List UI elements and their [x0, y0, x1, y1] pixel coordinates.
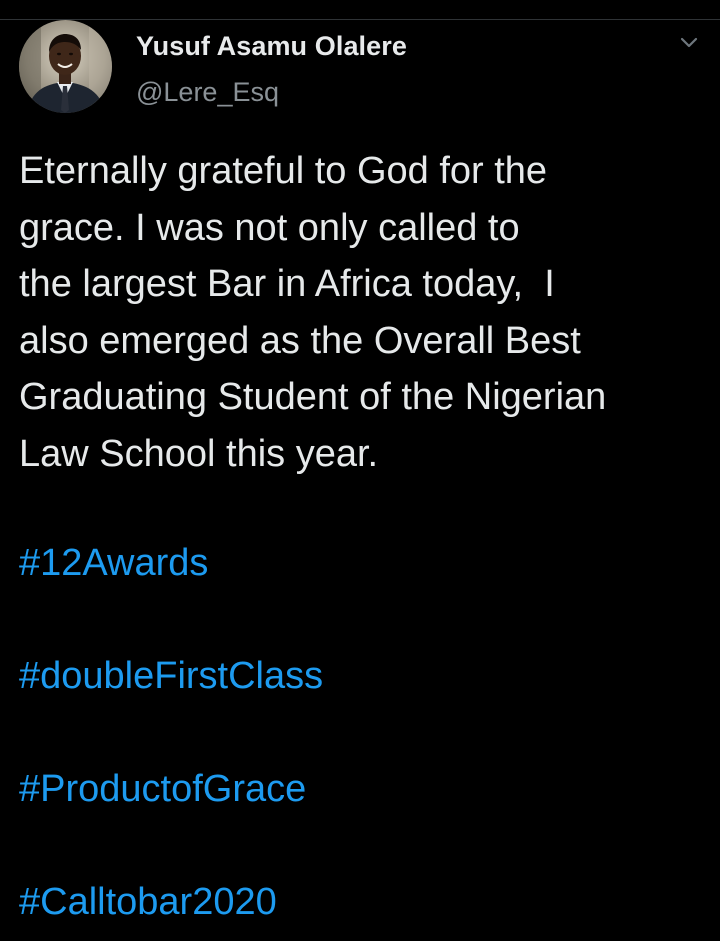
tweet-line: grace. I was not only called to — [19, 206, 520, 249]
hashtag-link[interactable]: #12Awards — [19, 540, 208, 586]
top-divider — [0, 19, 720, 20]
author-info[interactable]: Yusuf Asamu Olalere @Lere_Esq — [136, 30, 407, 108]
tweet-menu-button[interactable] — [676, 34, 702, 52]
tweet-line: also emerged as the Overall Best — [19, 319, 581, 362]
hashtag-link[interactable]: #Calltobar2020 — [19, 879, 277, 925]
hashtag-link[interactable]: #ProductofGrace — [19, 766, 306, 812]
author-handle[interactable]: @Lere_Esq — [136, 76, 407, 108]
hashtag-link[interactable]: #doubleFirstClass — [19, 653, 323, 699]
author-display-name[interactable]: Yusuf Asamu Olalere — [136, 30, 407, 62]
tweet-line: Graduating Student of the Nigerian — [19, 376, 607, 418]
tweet-body: Eternally grateful to God for the grace.… — [19, 143, 709, 482]
tweet-line: Eternally grateful to God for the — [19, 150, 548, 192]
avatar[interactable] — [19, 20, 112, 113]
chevron-down-icon — [680, 37, 698, 48]
avatar-photo — [19, 20, 112, 113]
tweet-line: the largest Bar in Africa today, I — [19, 263, 555, 305]
tweet-line: Law School this year. — [19, 432, 379, 475]
